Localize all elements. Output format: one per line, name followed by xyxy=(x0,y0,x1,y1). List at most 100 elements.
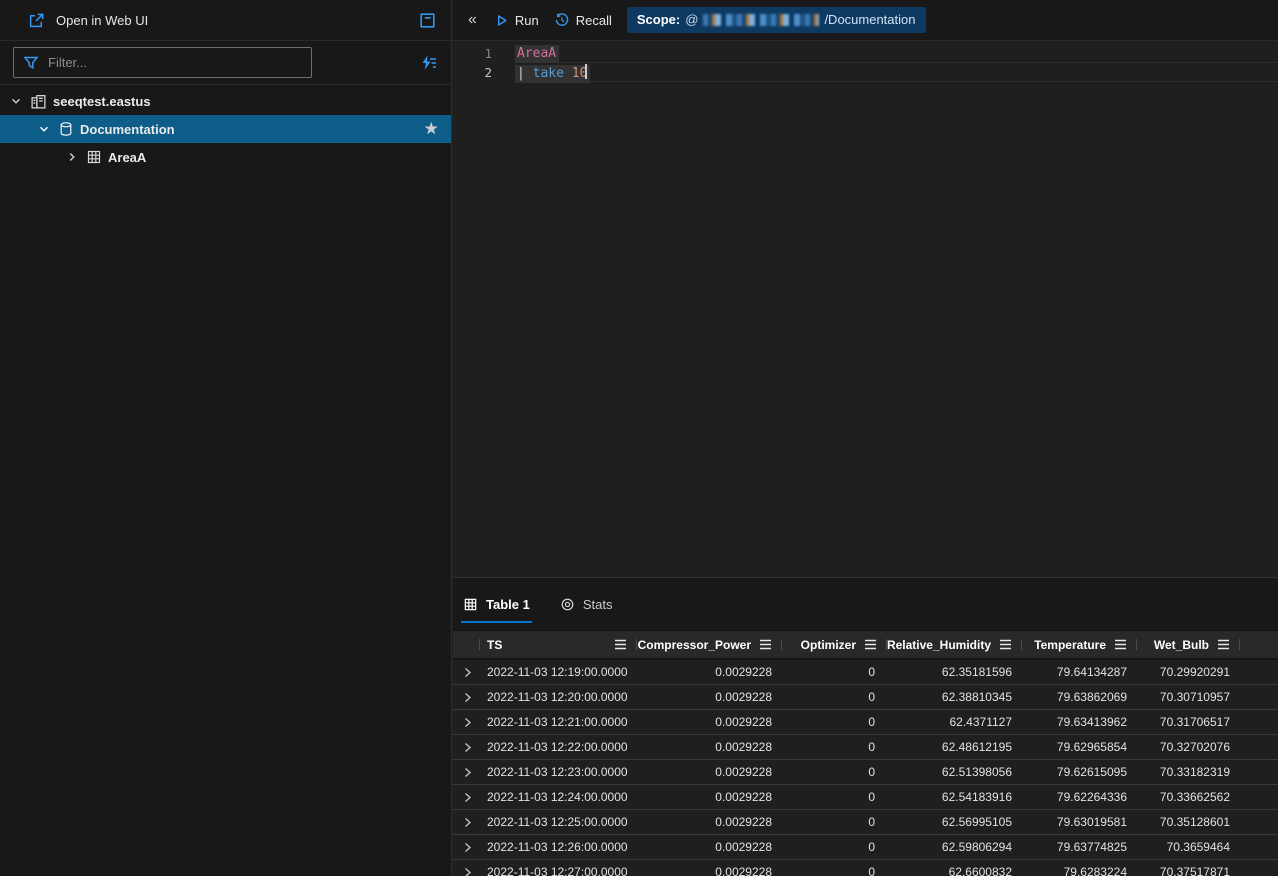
tree-item-database[interactable]: Documentation ★ xyxy=(0,115,451,143)
row-expand-icon[interactable] xyxy=(453,791,480,804)
tab-label: Table 1 xyxy=(486,597,530,612)
cell-relative-humidity: 62.4371127 xyxy=(887,715,1022,729)
filter-input[interactable]: Filter... xyxy=(13,47,312,78)
sidebar: Open in Web UI Filter... xyxy=(0,0,452,876)
column-menu-icon[interactable] xyxy=(999,639,1012,650)
cell-ts: 2022-11-03 12:19:00.0000 xyxy=(480,665,637,679)
row-expand-icon[interactable] xyxy=(453,716,480,729)
cell-ts: 2022-11-03 12:20:00.0000 xyxy=(480,690,637,704)
tree-item-label: AreaA xyxy=(108,150,146,165)
column-menu-icon[interactable] xyxy=(1217,639,1230,650)
column-menu-icon[interactable] xyxy=(864,639,877,650)
cell-compressor-power: 0.0029228 xyxy=(637,865,782,876)
table-row[interactable]: 2022-11-03 12:23:00.0000 0.0029228 0 62.… xyxy=(453,760,1278,785)
cell-wet-bulb: 70.30710957 xyxy=(1137,690,1240,704)
cell-wet-bulb: 70.31706517 xyxy=(1137,715,1240,729)
run-label: Run xyxy=(515,13,539,28)
cell-compressor-power: 0.0029228 xyxy=(637,665,782,679)
open-external-icon xyxy=(28,12,45,29)
row-expand-icon[interactable] xyxy=(453,741,480,754)
recall-button[interactable]: Recall xyxy=(554,12,612,28)
cell-wet-bulb: 70.33662562 xyxy=(1137,790,1240,804)
cell-optimizer: 0 xyxy=(782,865,887,876)
cell-optimizer: 0 xyxy=(782,840,887,854)
token-keyword: take xyxy=(533,66,564,81)
cell-compressor-power: 0.0029228 xyxy=(637,840,782,854)
layout-panel-icon[interactable] xyxy=(418,11,437,30)
row-expand-icon[interactable] xyxy=(453,766,480,779)
chevron-down-icon[interactable] xyxy=(8,94,24,108)
cell-ts: 2022-11-03 12:25:00.0000 xyxy=(480,815,637,829)
row-expand-icon[interactable] xyxy=(453,866,480,876)
tree-item-label: seeqtest.eastus xyxy=(53,94,151,109)
tree-item-cluster[interactable]: seeqtest.eastus xyxy=(0,87,451,115)
column-header-relative-humidity: Relative_Humidity xyxy=(887,631,1022,658)
column-header-temperature: Temperature xyxy=(1022,631,1137,658)
cell-temperature: 79.62264336 xyxy=(1022,790,1137,804)
line-number: 2 xyxy=(453,65,501,80)
scope-label: Scope: xyxy=(637,12,680,27)
cell-temperature: 79.62615095 xyxy=(1022,765,1137,779)
chevron-right-icon[interactable] xyxy=(64,150,80,164)
token-pipe: | xyxy=(517,66,533,81)
table-row[interactable]: 2022-11-03 12:19:00.0000 0.0029228 0 62.… xyxy=(453,660,1278,685)
cell-optimizer: 0 xyxy=(782,665,887,679)
cell-temperature: 79.6283224 xyxy=(1022,865,1137,876)
cell-wet-bulb: 70.32702076 xyxy=(1137,740,1240,754)
tab-label: Stats xyxy=(583,597,613,612)
cell-compressor-power: 0.0029228 xyxy=(637,790,782,804)
cell-wet-bulb: 70.3659464 xyxy=(1137,840,1240,854)
table-row[interactable]: 2022-11-03 12:25:00.0000 0.0029228 0 62.… xyxy=(453,810,1278,835)
cluster-icon xyxy=(30,93,47,110)
open-in-web-ui-button[interactable]: Open in Web UI xyxy=(28,12,148,29)
tree-item-table[interactable]: AreaA xyxy=(0,143,451,171)
table-row[interactable]: 2022-11-03 12:22:00.0000 0.0029228 0 62.… xyxy=(453,735,1278,760)
cell-relative-humidity: 62.59806294 xyxy=(887,840,1022,854)
cell-ts: 2022-11-03 12:21:00.0000 xyxy=(480,715,637,729)
query-toolbar: « Run Recall Scope: @ /Docu xyxy=(453,0,1278,41)
cell-temperature: 79.63413962 xyxy=(1022,715,1137,729)
table-grid-icon xyxy=(463,597,478,612)
table-row[interactable]: 2022-11-03 12:20:00.0000 0.0029228 0 62.… xyxy=(453,685,1278,710)
column-label: Optimizer xyxy=(801,638,856,652)
column-menu-icon[interactable] xyxy=(759,639,772,650)
tab-table-1[interactable]: Table 1 xyxy=(463,578,530,630)
column-label: Relative_Humidity xyxy=(887,638,991,652)
cell-ts: 2022-11-03 12:23:00.0000 xyxy=(480,765,637,779)
row-expand-icon[interactable] xyxy=(453,691,480,704)
quick-filter-icon[interactable] xyxy=(419,54,438,72)
query-editor[interactable]: 1 AreaA 2 | take 10 xyxy=(453,42,1278,577)
cell-temperature: 79.63862069 xyxy=(1022,690,1137,704)
database-icon xyxy=(58,121,74,137)
line-number: 1 xyxy=(453,46,501,61)
tree-item-label: Documentation xyxy=(80,122,175,137)
row-expand-icon[interactable] xyxy=(453,841,480,854)
cell-compressor-power: 0.0029228 xyxy=(637,740,782,754)
cell-temperature: 79.62965854 xyxy=(1022,740,1137,754)
table-row[interactable]: 2022-11-03 12:26:00.0000 0.0029228 0 62.… xyxy=(453,835,1278,860)
column-header-wet-bulb: Wet_Bulb xyxy=(1137,631,1240,658)
row-expand-icon[interactable] xyxy=(453,666,480,679)
favorite-star-icon[interactable]: ★ xyxy=(425,120,438,138)
tab-stats[interactable]: Stats xyxy=(560,578,613,630)
cell-compressor-power: 0.0029228 xyxy=(637,690,782,704)
token-space xyxy=(564,66,572,81)
collapse-panel-button[interactable]: « xyxy=(466,12,479,28)
filter-funnel-icon xyxy=(23,55,39,70)
table-body: 2022-11-03 12:19:00.0000 0.0029228 0 62.… xyxy=(453,660,1278,876)
column-label: Wet_Bulb xyxy=(1154,638,1209,652)
row-expand-icon[interactable] xyxy=(453,816,480,829)
column-header-compressor-power: Compressor_Power xyxy=(637,631,782,658)
table-row[interactable]: 2022-11-03 12:24:00.0000 0.0029228 0 62.… xyxy=(453,785,1278,810)
cell-wet-bulb: 70.37517871 xyxy=(1137,865,1240,876)
cell-ts: 2022-11-03 12:27:00.0000 xyxy=(480,865,637,876)
column-menu-icon[interactable] xyxy=(1114,639,1127,650)
run-button[interactable]: Run xyxy=(494,13,539,28)
cell-relative-humidity: 62.51398056 xyxy=(887,765,1022,779)
table-row[interactable]: 2022-11-03 12:21:00.0000 0.0029228 0 62.… xyxy=(453,710,1278,735)
scope-selector[interactable]: Scope: @ /Documentation xyxy=(627,7,926,33)
play-icon xyxy=(494,13,509,28)
column-menu-icon[interactable] xyxy=(614,639,627,650)
table-row[interactable]: 2022-11-03 12:27:00.0000 0.0029228 0 62.… xyxy=(453,860,1278,876)
chevron-down-icon[interactable] xyxy=(36,122,52,136)
